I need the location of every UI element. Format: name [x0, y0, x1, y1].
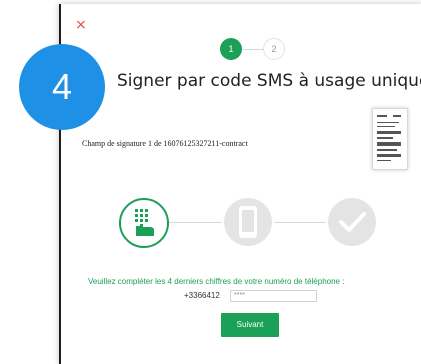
document-thumbnail[interactable]: [372, 108, 408, 170]
step-1: 1: [220, 38, 242, 60]
step-connector: [243, 49, 263, 50]
doc-line: [377, 126, 395, 127]
modal-title: Signer par code SMS à usage unique: [117, 71, 421, 91]
doc-line: [377, 142, 401, 146]
signature-field-label: Champ de signature 1 de 16076125327211-c…: [82, 139, 248, 148]
mobile-icon: [224, 198, 272, 246]
submit-button[interactable]: Suivant: [221, 313, 279, 337]
doc-line: [377, 131, 401, 134]
doc-line: [377, 137, 393, 139]
doc-line: [377, 160, 391, 161]
doc-line: [393, 115, 401, 117]
progress-connector: [274, 222, 326, 223]
doc-line: [377, 115, 387, 117]
doc-line: [377, 154, 401, 157]
instruction-text: Veuillez compléter les 4 derniers chiffr…: [88, 277, 345, 286]
sms-progress-icons: [118, 198, 382, 254]
progress-connector: [168, 222, 222, 223]
close-icon[interactable]: ×: [75, 18, 87, 32]
check-icon: [328, 198, 376, 246]
phone-prefix: +3366412: [184, 291, 220, 300]
keypad-phone-icon: [119, 198, 169, 248]
sms-signature-modal: × 1 2: [59, 4, 421, 364]
stepper: 1 2: [217, 38, 287, 62]
last-digits-input[interactable]: ****: [230, 290, 317, 302]
step-2: 2: [263, 38, 285, 60]
step-number-badge: 4: [19, 44, 105, 130]
doc-line: [377, 122, 399, 123]
doc-line: [377, 149, 397, 151]
